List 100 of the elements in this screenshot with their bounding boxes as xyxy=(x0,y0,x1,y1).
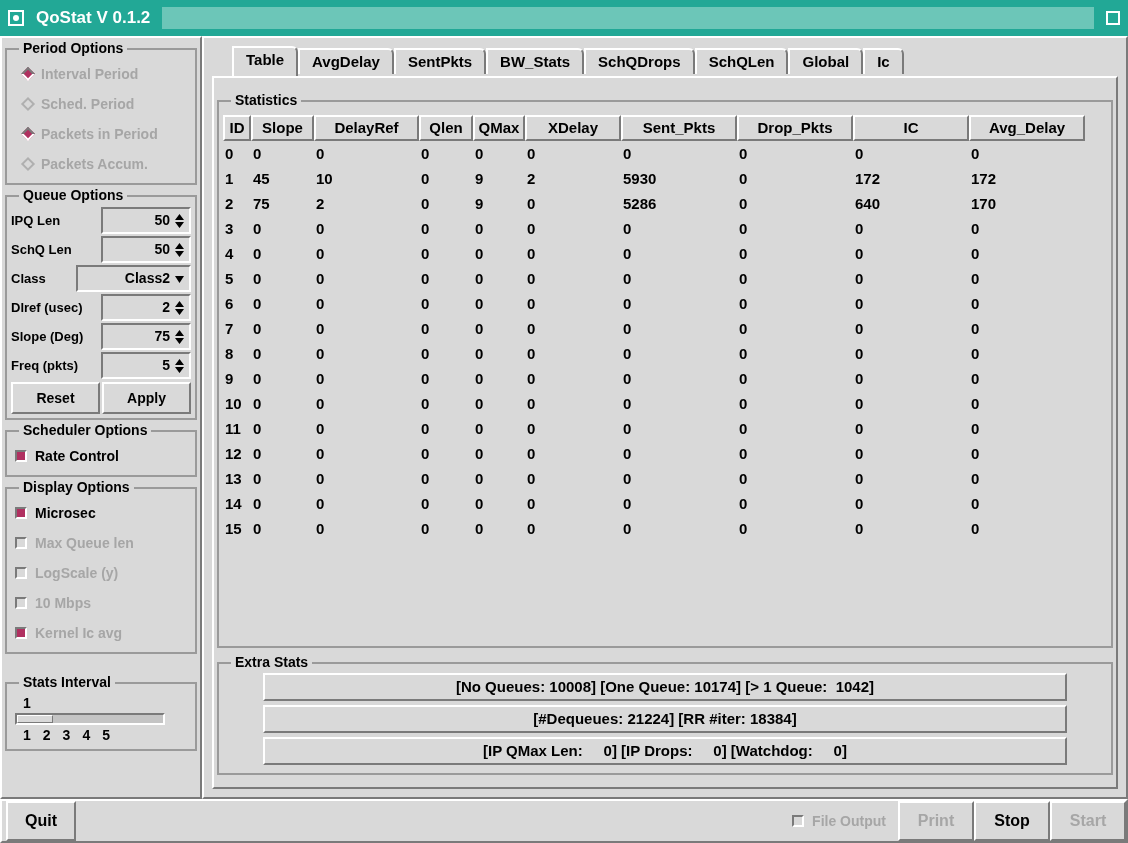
table-cell: 0 xyxy=(316,369,325,387)
action-button[interactable]: Stop xyxy=(974,801,1050,841)
table-cell: 0 xyxy=(623,344,632,362)
table-cell: 5286 xyxy=(623,194,657,212)
table-cell: 0 xyxy=(316,319,325,337)
column-header[interactable]: DelayRef xyxy=(314,115,419,141)
table-cell: 0 xyxy=(421,319,430,337)
table-cell: 0 xyxy=(739,519,748,537)
tab[interactable]: Global xyxy=(788,48,864,74)
table-cell: 0 xyxy=(527,269,536,287)
tab[interactable]: Ic xyxy=(863,48,904,74)
spinner-field[interactable]: 50 xyxy=(101,207,191,234)
tab[interactable]: SchQLen xyxy=(694,48,789,74)
table-cell: 0 xyxy=(421,519,430,537)
table-cell: 640 xyxy=(855,194,881,212)
table-cell: 0 xyxy=(527,369,536,387)
dropdown-arrow-icon[interactable] xyxy=(174,273,185,284)
maximize-icon[interactable] xyxy=(1106,11,1120,25)
table-cell: 0 xyxy=(623,519,632,537)
table-cell: 0 xyxy=(739,169,748,187)
group-title: Extra Stats xyxy=(234,653,310,672)
table-cell: 0 xyxy=(316,144,325,162)
table-cell: 0 xyxy=(971,344,980,362)
slider-tick-label: 2 xyxy=(42,726,51,745)
table-cell: 0 xyxy=(855,244,864,262)
spinner-arrows-icon[interactable] xyxy=(174,212,185,229)
column-header[interactable]: Drop_Pkts xyxy=(737,115,853,141)
table-cell: 11 xyxy=(225,419,241,437)
slider-track[interactable] xyxy=(15,713,165,725)
field-label: Slope (Deg) xyxy=(11,327,84,346)
stats-readout: [No Queues: 10008] [One Queue: 10174] [> 1 Queue: 1042] xyxy=(263,673,1067,701)
column-header[interactable]: QMax xyxy=(473,115,525,141)
table-cell: 0 xyxy=(855,444,864,462)
group-title: Period Options xyxy=(22,39,125,58)
stats-readout: [#Dequeues: 21224] [RR #iter: 18384] xyxy=(263,705,1067,733)
table-cell: 0 xyxy=(316,469,325,487)
table-cell: 0 xyxy=(739,244,748,262)
tab[interactable]: Table xyxy=(232,46,299,76)
table-cell: 0 xyxy=(971,369,980,387)
table-cell: 0 xyxy=(421,169,430,187)
table-cell: 0 xyxy=(855,269,864,287)
slider-thumb[interactable] xyxy=(17,715,53,723)
table-cell: 172 xyxy=(971,169,997,187)
spinner-arrows-icon[interactable] xyxy=(174,328,185,345)
table-cell: 0 xyxy=(421,244,430,262)
column-header[interactable]: Qlen xyxy=(419,115,473,141)
table-cell: 0 xyxy=(527,219,536,237)
tab[interactable]: SentPkts xyxy=(393,48,487,74)
table-cell: 0 xyxy=(316,519,325,537)
table-cell: 10 xyxy=(316,169,333,187)
column-header[interactable]: ID xyxy=(223,115,251,141)
checkbox[interactable] xyxy=(15,507,27,519)
window-menu-icon[interactable] xyxy=(8,10,24,26)
table-cell: 3 xyxy=(225,219,234,237)
dropdown-field[interactable]: Class2 xyxy=(76,265,191,292)
table-cell: 0 xyxy=(623,494,632,512)
table-cell: 5 xyxy=(225,269,234,287)
checkbox[interactable] xyxy=(15,450,27,462)
tab[interactable]: BW_Stats xyxy=(486,48,585,74)
spinner-field[interactable]: 5 xyxy=(101,352,191,379)
tab[interactable]: AvgDelay xyxy=(298,48,394,74)
table-cell: 0 xyxy=(253,394,262,412)
column-header[interactable]: IC xyxy=(853,115,969,141)
table-cell: 4 xyxy=(225,244,234,262)
column-header[interactable]: Sent_Pkts xyxy=(621,115,737,141)
table-cell: 8 xyxy=(225,344,234,362)
table-cell: 0 xyxy=(971,469,980,487)
quit-button[interactable]: Quit xyxy=(6,801,76,841)
table-cell: 0 xyxy=(253,444,262,462)
group-title: Stats Interval xyxy=(22,673,112,692)
table-cell: 0 xyxy=(855,219,864,237)
form-button[interactable]: Apply xyxy=(102,382,191,414)
table-cell: 0 xyxy=(623,144,632,162)
column-header[interactable]: Slope xyxy=(251,115,314,141)
spinner-field[interactable]: 2 xyxy=(101,294,191,321)
table-cell: 0 xyxy=(421,219,430,237)
spinner-arrows-icon[interactable] xyxy=(174,299,185,316)
form-button[interactable]: Reset xyxy=(11,382,100,414)
table-cell: 0 xyxy=(527,194,536,212)
spinner-arrows-icon[interactable] xyxy=(174,357,185,374)
table-cell: 0 xyxy=(971,319,980,337)
column-header[interactable]: XDelay xyxy=(525,115,621,141)
tab[interactable]: SchQDrops xyxy=(584,48,695,74)
field-label: IPQ Len xyxy=(11,211,61,230)
spinner-arrows-icon[interactable] xyxy=(174,241,185,258)
table-cell: 0 xyxy=(253,419,262,437)
slider-tick-label: 4 xyxy=(82,726,91,745)
table-cell: 0 xyxy=(855,469,864,487)
spinner-field[interactable]: 50 xyxy=(101,236,191,263)
table-cell: 0 xyxy=(527,144,536,162)
table-cell: 0 xyxy=(527,244,536,262)
table-cell: 0 xyxy=(623,394,632,412)
table-cell: 45 xyxy=(253,169,270,187)
table-cell: 0 xyxy=(253,244,262,262)
group-title: Scheduler Options xyxy=(22,421,149,440)
table-cell: 0 xyxy=(855,419,864,437)
slider-tick-label: 5 xyxy=(102,726,110,745)
column-header[interactable]: Avg_Delay xyxy=(969,115,1085,141)
spinner-field[interactable]: 75 xyxy=(101,323,191,350)
table-cell: 0 xyxy=(316,294,325,312)
